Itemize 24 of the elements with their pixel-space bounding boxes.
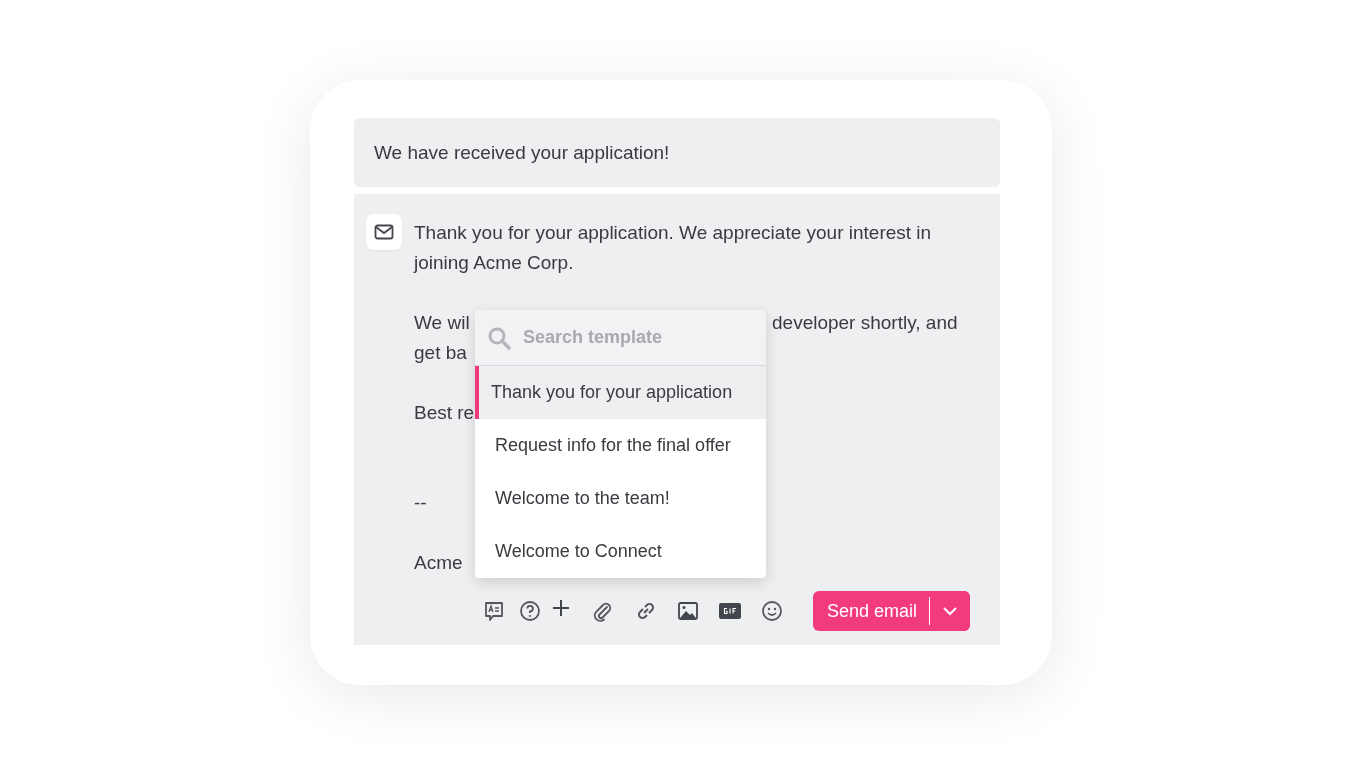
message-text: We wil [414,312,470,333]
message-text: Best re [414,402,475,423]
template-item[interactable]: Request info for the final offer [475,419,766,472]
template-item[interactable]: Thank you for your application [475,366,766,419]
chevron-down-icon [942,606,959,616]
plus-icon[interactable] [551,598,571,618]
paperclip-icon[interactable] [591,600,613,622]
message-text: joining Acme Corp. [414,252,574,273]
gif-icon[interactable] [719,603,741,619]
envelope-icon [366,214,402,250]
message-text: Thank you for your application. We appreciate your interest in [414,222,932,243]
help-icon[interactable] [519,600,541,622]
message-body[interactable] [354,194,1000,645]
template-item[interactable]: Welcome to the team! [475,472,766,525]
template-item[interactable]: Welcome to Connect [475,525,766,578]
message-text: Acme [414,552,463,573]
message-text: get ba [414,342,467,363]
message-text: -- [414,492,427,513]
search-icon [487,325,511,350]
subject-field[interactable]: We have received your application! [354,118,1000,187]
message-text: developer shortly, and [772,311,958,335]
image-icon[interactable] [677,600,699,622]
emoji-icon[interactable] [761,600,783,622]
text-bubble-icon[interactable] [483,600,505,622]
